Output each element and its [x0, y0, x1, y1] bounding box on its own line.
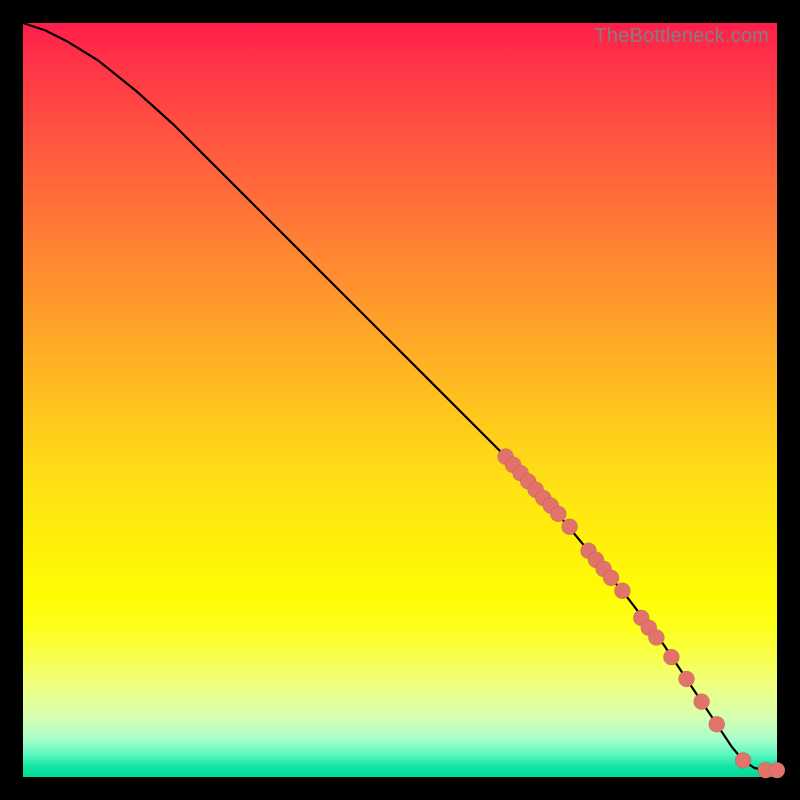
data-point: [769, 762, 785, 778]
data-point: [735, 752, 751, 768]
plot-svg: [23, 23, 777, 777]
chart-area: TheBottleneck.com: [23, 23, 777, 777]
data-point: [614, 583, 630, 599]
data-point: [562, 519, 578, 535]
data-point: [694, 694, 710, 710]
data-point: [550, 506, 566, 522]
highlighted-points-group: [498, 449, 785, 779]
data-point: [663, 649, 679, 665]
data-point: [603, 570, 619, 586]
data-point: [709, 716, 725, 732]
data-point: [679, 671, 695, 687]
data-point: [648, 630, 664, 646]
